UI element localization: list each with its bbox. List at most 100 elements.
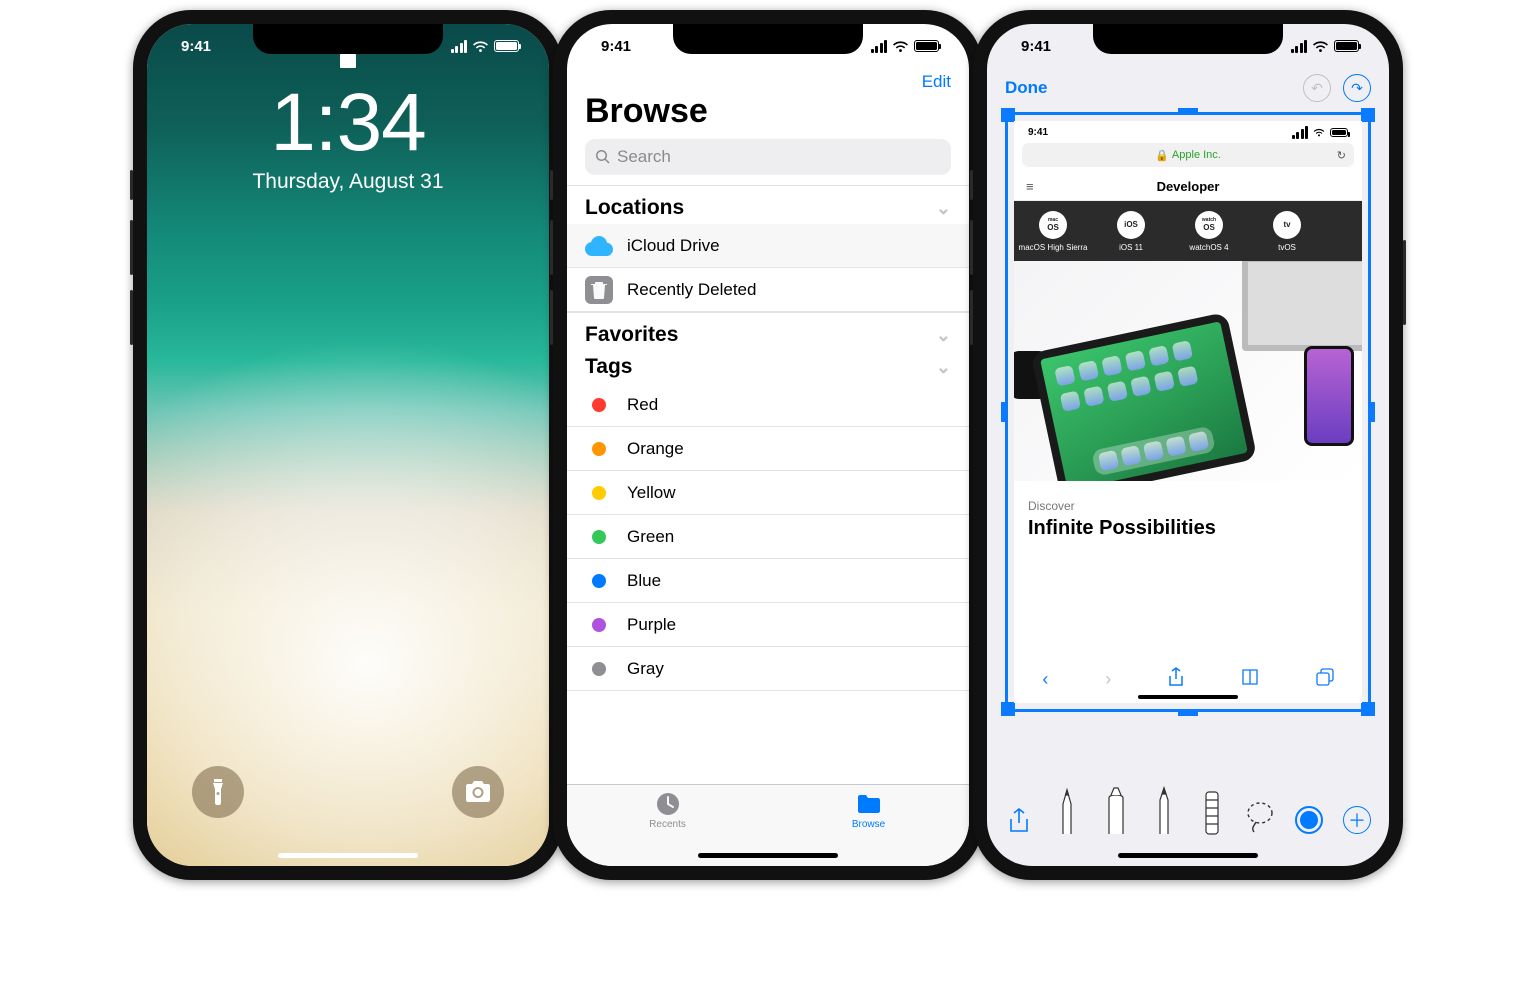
- os-item: watchOSwatchOS 4: [1170, 211, 1248, 252]
- undo-button[interactable]: ↶: [1303, 74, 1331, 102]
- lock-time: 1:34: [147, 82, 549, 164]
- tabs-icon: [1316, 668, 1334, 691]
- done-button[interactable]: Done: [1005, 78, 1048, 98]
- lasso-tool[interactable]: [1246, 786, 1274, 834]
- crop-handle-b[interactable]: [1178, 710, 1198, 716]
- crop-handle-bl[interactable]: [1001, 702, 1015, 716]
- crop-handle-t[interactable]: [1178, 108, 1198, 114]
- tag-label: Gray: [627, 659, 664, 679]
- search-icon: [595, 149, 611, 165]
- folder-icon: [856, 791, 882, 817]
- status-icons: [1291, 40, 1360, 53]
- chevron-down-icon: ⌄: [936, 198, 951, 219]
- crop-handle-l[interactable]: [1001, 402, 1007, 422]
- status-time: 9:41: [1021, 38, 1051, 55]
- tag-color-dot: [592, 486, 606, 500]
- redo-button[interactable]: ↷: [1343, 74, 1371, 102]
- reload-icon: ↻: [1337, 149, 1346, 162]
- share-button[interactable]: [1005, 808, 1033, 834]
- section-tags-label: Tags: [585, 355, 632, 379]
- share-icon: [1168, 667, 1184, 692]
- marker-tool[interactable]: [1102, 786, 1130, 834]
- status-time: 9:41: [181, 38, 211, 55]
- chevron-down-icon: ⌄: [936, 325, 951, 346]
- tab-browse-label: Browse: [852, 819, 885, 830]
- section-locations-header[interactable]: Locations ⌄: [567, 185, 969, 224]
- tag-row-blue[interactable]: Blue: [567, 559, 969, 603]
- bookmarks-icon: [1241, 669, 1259, 690]
- crop-handle-r[interactable]: [1369, 402, 1375, 422]
- os-item: tvtvOS: [1248, 211, 1326, 252]
- lock-date: Thursday, August 31: [147, 170, 549, 194]
- trash-icon: [585, 276, 613, 304]
- crop-handle-tr[interactable]: [1361, 108, 1375, 122]
- search-input[interactable]: Search: [585, 139, 951, 175]
- edit-button[interactable]: Edit: [922, 72, 951, 92]
- location-label: Recently Deleted: [627, 280, 756, 300]
- location-recently-deleted[interactable]: Recently Deleted: [567, 268, 969, 312]
- screenshot-discover-label: Discover: [1014, 481, 1362, 517]
- markup-canvas[interactable]: 9:41 🔒 Apple Inc. ↻ ≡: [1005, 112, 1371, 712]
- tag-row-green[interactable]: Green: [567, 515, 969, 559]
- tag-label: Green: [627, 527, 674, 547]
- tab-recents-label: Recents: [649, 819, 686, 830]
- home-indicator[interactable]: [278, 853, 418, 858]
- wifi-icon: [892, 40, 909, 53]
- battery-icon: [494, 40, 519, 52]
- section-tags-header[interactable]: Tags ⌄: [567, 351, 969, 383]
- battery-icon: [914, 40, 939, 52]
- section-favorites-header[interactable]: Favorites ⌄: [567, 312, 969, 351]
- lock-small-icon: 🔒: [1155, 149, 1169, 162]
- home-indicator[interactable]: [1118, 853, 1258, 858]
- screenshot-status-time: 9:41: [1028, 127, 1048, 138]
- home-indicator[interactable]: [698, 853, 838, 858]
- page-title: Browse: [567, 92, 969, 139]
- tag-label: Red: [627, 395, 658, 415]
- screenshot-devices-hero: [1014, 261, 1362, 481]
- eraser-tool[interactable]: [1198, 786, 1226, 834]
- forward-icon: ›: [1105, 669, 1111, 690]
- chevron-down-icon: ⌄: [936, 357, 951, 378]
- tag-color-dot: [592, 574, 606, 588]
- markup-toolbar: ＋: [987, 780, 1389, 836]
- icloud-icon: [585, 232, 613, 260]
- phone-files-app: 9:41 Edit Browse Search Locations ⌄ iClo…: [553, 10, 983, 880]
- screenshot-content: 9:41 🔒 Apple Inc. ↻ ≡: [1014, 121, 1362, 703]
- flashlight-button[interactable]: [192, 766, 244, 818]
- battery-icon: [1334, 40, 1359, 52]
- search-placeholder: Search: [617, 147, 671, 167]
- hamburger-icon: ≡: [1026, 179, 1034, 194]
- tag-label: Orange: [627, 439, 684, 459]
- pencil-tool[interactable]: [1150, 786, 1178, 834]
- cellular-signal-icon: [871, 40, 888, 53]
- section-favorites-label: Favorites: [585, 323, 678, 347]
- tag-row-orange[interactable]: Orange: [567, 427, 969, 471]
- wifi-icon: [472, 40, 489, 53]
- camera-button[interactable]: [452, 766, 504, 818]
- section-locations-label: Locations: [585, 196, 684, 220]
- screenshot-dev-title: Developer: [1157, 179, 1220, 194]
- color-picker-button[interactable]: [1295, 806, 1323, 834]
- crop-frame[interactable]: 9:41 🔒 Apple Inc. ↻ ≡: [1005, 112, 1371, 712]
- tag-color-dot: [592, 530, 606, 544]
- wifi-icon: [1312, 40, 1329, 53]
- crop-handle-br[interactable]: [1361, 702, 1375, 716]
- pen-tool[interactable]: [1053, 786, 1081, 834]
- tag-row-gray[interactable]: Gray: [567, 647, 969, 691]
- location-icloud-drive[interactable]: iCloud Drive: [567, 224, 969, 268]
- cellular-signal-icon: [451, 40, 468, 53]
- back-icon: ‹: [1042, 669, 1048, 690]
- screenshot-os-strip: macOSmacOS High SierraiOSiOS 11watchOSwa…: [1014, 201, 1362, 261]
- os-item: macOSmacOS High Sierra: [1014, 211, 1092, 252]
- tag-label: Purple: [627, 615, 676, 635]
- tag-row-purple[interactable]: Purple: [567, 603, 969, 647]
- tag-label: Blue: [627, 571, 661, 591]
- status-icons: [871, 40, 940, 53]
- tag-row-red[interactable]: Red: [567, 383, 969, 427]
- tag-color-dot: [592, 618, 606, 632]
- phone-markup-app: 9:41 Done ↶ ↷: [973, 10, 1403, 880]
- tag-row-yellow[interactable]: Yellow: [567, 471, 969, 515]
- screenshot-dev-header: ≡ Developer: [1014, 173, 1362, 201]
- crop-handle-tl[interactable]: [1001, 108, 1015, 122]
- add-shape-button[interactable]: ＋: [1343, 806, 1371, 834]
